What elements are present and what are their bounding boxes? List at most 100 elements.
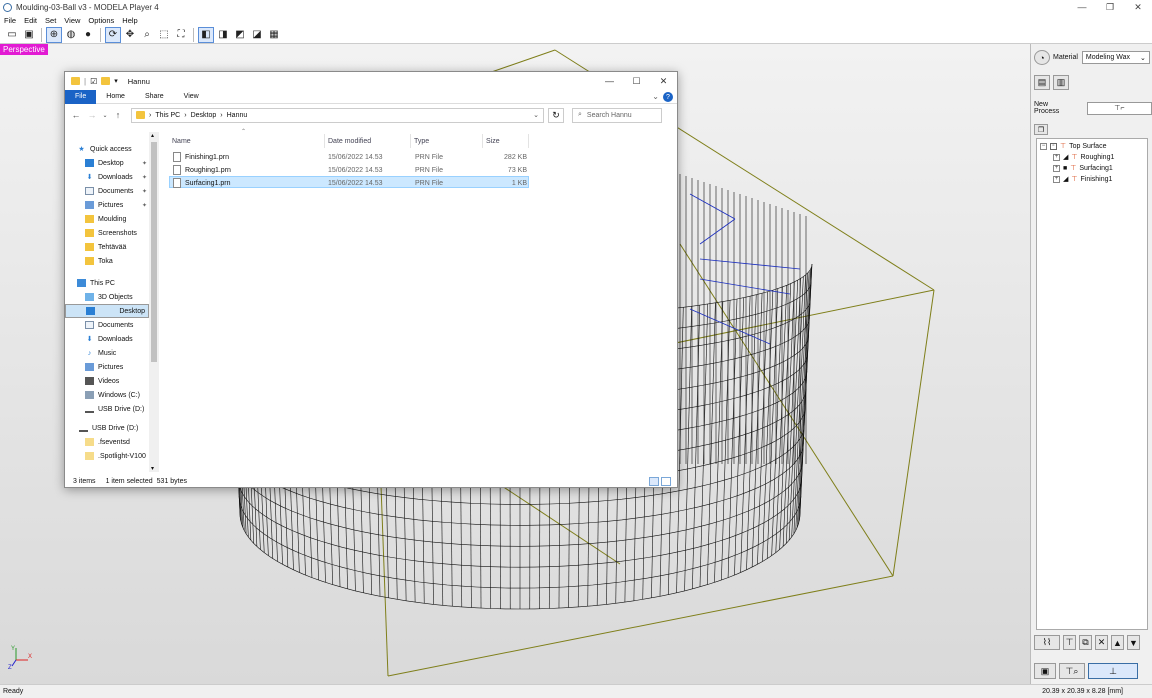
breadcrumb[interactable]: › This PC › Desktop › Hannu ⌄ [131,107,544,123]
file-row-selected[interactable]: Surfacing1.prn 15/06/2022 14.53 PRN File… [169,176,529,188]
column-type[interactable]: Type [411,134,483,148]
nav-this-pc[interactable]: This PC [77,276,159,290]
tab-file[interactable]: File [65,89,97,104]
nav-quick-documents[interactable]: Documents ✦ [85,184,149,198]
column-size[interactable]: Size [483,134,529,148]
nav-pc-desktop[interactable]: Desktop [65,304,149,318]
material-select[interactable]: Modeling Wax ⌄ [1081,51,1150,64]
nav-usb-spotlight[interactable]: .Spotlight-V100 [85,449,149,463]
scroll-thumb[interactable] [151,142,157,362]
nav-usb-drive[interactable]: USB Drive (D:) [79,421,159,435]
view-front-icon[interactable]: ◨ [215,27,231,43]
tree-root[interactable]: − ▫ ⊤ Top Surface [1040,142,1106,150]
sphere-wire-icon[interactable]: ◍ [63,27,79,43]
explorer-minimize-button[interactable]: — [596,72,623,90]
copy-icon[interactable]: ⧉ [1079,635,1092,650]
minimize-button[interactable]: — [1068,0,1096,14]
nav-pc-usb-d[interactable]: USB Drive (D:) [85,402,149,416]
nav-scrollbar[interactable]: ▴ ▾ [149,132,159,472]
chevron-down-icon[interactable]: ⌄ [533,111,539,119]
restore-button[interactable]: ❐ [1096,0,1124,14]
nav-pc-downloads[interactable]: ⬇ Downloads [85,332,149,346]
recent-dropdown-icon[interactable]: ⌄ [101,112,109,119]
pan-icon[interactable]: ✥ [122,27,138,43]
nav-quick-moulding[interactable]: Moulding [85,212,149,226]
nav-usb-fseventsd[interactable]: .fseventsd [85,435,149,449]
close-button[interactable]: ✕ [1124,0,1152,14]
explorer-maximize-button[interactable]: ☐ [623,72,650,90]
nav-quick-toka[interactable]: Toka [85,254,149,268]
stop-icon[interactable]: ▣ [1034,663,1056,679]
nav-pc-3d-objects[interactable]: 3D Objects [85,290,149,304]
rotate-icon[interactable]: ⟳ [105,26,121,43]
tab-view[interactable]: View [174,90,209,104]
nav-quick-access[interactable]: ★ Quick access [77,142,159,156]
nav-quick-screenshots[interactable]: Screenshots [85,226,149,240]
open-icon[interactable]: ▭ [4,27,20,43]
nav-quick-pictures[interactable]: Pictures ✦ [85,198,149,212]
new-process-button[interactable]: ⊤⌐ [1086,101,1152,115]
view-side-icon[interactable]: ◩ [232,27,248,43]
column-name[interactable]: Name [169,134,325,148]
sphere-solid-icon[interactable]: ● [80,27,96,43]
menu-edit[interactable]: Edit [20,16,41,25]
move-down-icon[interactable]: ▼ [1127,635,1140,650]
details-view-icon[interactable] [649,476,659,486]
tree-item-roughing[interactable]: + ◢ ⊤ Roughing1 [1053,153,1114,161]
zoom-box-icon[interactable]: ⬚ [156,27,172,43]
scroll-up-icon[interactable]: ▴ [151,132,154,139]
search-input[interactable]: ⌕ Search Hannu [572,107,662,123]
collapse-all-icon[interactable]: ❐ [1034,124,1048,135]
file-row[interactable]: Finishing1.prn 15/06/2022 14.53 PRN File… [169,151,529,163]
nav-pc-music[interactable]: ♪ Music [85,346,149,360]
properties-icon[interactable]: ☑ [90,77,97,86]
nav-quick-tehtavaa[interactable]: Tehtävää [85,240,149,254]
explorer-close-button[interactable]: ✕ [650,72,677,90]
tab-share[interactable]: Share [135,90,174,104]
save-icon[interactable]: ▣ [21,27,37,43]
menu-help[interactable]: Help [118,16,141,25]
preview-icon[interactable]: ⊤⌕ [1059,663,1085,679]
delete-icon[interactable]: ✕ [1095,635,1108,650]
surface-select-icon[interactable]: ⌇⌇ [1034,635,1060,650]
collapse-icon[interactable]: − [1040,142,1047,150]
expand-icon[interactable]: + [1053,164,1060,172]
model-settings-icon[interactable]: ▤ [1034,75,1050,90]
model-size-icon[interactable]: ▥ [1053,75,1069,90]
wireframe-view-icon[interactable]: ⊕ [46,26,62,43]
view-grid-icon[interactable]: ▦ [266,27,282,43]
nav-pc-documents[interactable]: Documents [85,318,149,332]
crumb-this-pc[interactable]: This PC [155,112,180,119]
forward-arrow-icon[interactable]: → [85,110,99,120]
expand-icon[interactable]: + [1053,153,1060,161]
help-icon[interactable]: ? [663,92,673,102]
back-arrow-icon[interactable]: ← [69,110,83,120]
large-icons-view-icon[interactable] [661,476,671,486]
file-row[interactable]: Roughing1.prn 15/06/2022 14.53 PRN File … [169,164,529,176]
column-date-modified[interactable]: Date modified [325,134,411,148]
cut-icon[interactable]: ⊥ [1088,663,1138,679]
expand-ribbon-icon[interactable]: ⌄ [652,92,659,101]
expand-icon[interactable]: + [1053,175,1060,183]
refresh-icon[interactable]: ↻ [548,107,564,123]
menu-view[interactable]: View [60,16,84,25]
qat-dropdown-icon[interactable]: ▾ [114,77,118,85]
menu-set[interactable]: Set [41,16,60,25]
material-icon[interactable]: ◔ [1034,50,1050,65]
nav-quick-downloads[interactable]: ⬇ Downloads ✦ [85,170,149,184]
nav-quick-desktop[interactable]: Desktop ✦ [85,156,149,170]
scroll-down-icon[interactable]: ▾ [151,465,154,472]
fit-icon[interactable]: ⛶ [173,27,189,43]
nav-pc-videos[interactable]: Videos [85,374,149,388]
up-arrow-icon[interactable]: ↑ [111,110,125,120]
tree-item-finishing[interactable]: + ◢ ⊤ Finishing1 [1053,175,1112,183]
nav-pc-windows-c[interactable]: Windows (C:) [85,388,149,402]
menu-options[interactable]: Options [84,16,118,25]
crumb-desktop[interactable]: Desktop [191,112,217,119]
view-iso-icon[interactable]: ◧ [198,26,214,43]
menu-file[interactable]: File [0,16,20,25]
view-top-icon[interactable]: ◪ [249,27,265,43]
tool-edit-icon[interactable]: ⊤ [1063,635,1076,650]
crumb-hannu[interactable]: Hannu [227,112,248,119]
tab-home[interactable]: Home [96,90,135,104]
